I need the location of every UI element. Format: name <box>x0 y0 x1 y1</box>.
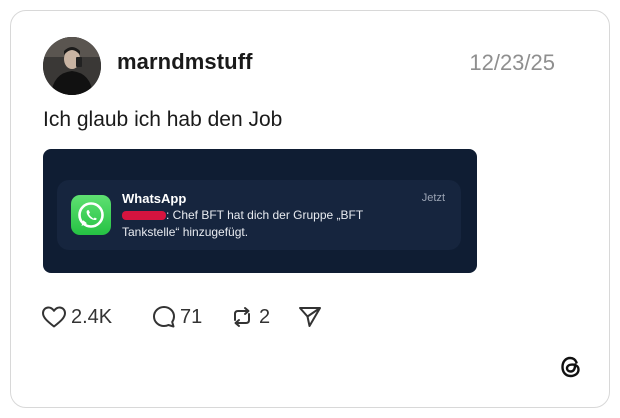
notification-body-line1: : Chef BFT hat dich der Gruppe „BFT <box>166 208 364 222</box>
comment-count: 71 <box>180 305 203 328</box>
comment-icon <box>153 306 175 328</box>
comment-button[interactable]: 71 <box>151 303 202 331</box>
avatar[interactable] <box>43 37 101 95</box>
post-date: 12/23/25 <box>469 50 555 75</box>
notification-time: Jetzt <box>421 192 445 204</box>
send-icon <box>299 307 321 327</box>
repost-button[interactable]: 2 <box>229 303 270 331</box>
whatsapp-icon <box>71 195 111 235</box>
notification-body: : Chef BFT hat dich der Gruppe „BFT Tank… <box>122 207 422 241</box>
notification-card: WhatsApp Jetzt : Chef BFT hat dich der G… <box>57 180 461 250</box>
heart-icon <box>42 306 66 328</box>
repost-icon <box>234 307 250 327</box>
notification-body-line2: Tankstelle“ hinzugefügt. <box>122 225 249 239</box>
post-text: Ich glaub ich hab den Job <box>43 108 283 131</box>
repost-count: 2 <box>259 305 271 328</box>
like-count: 2.4K <box>71 305 113 328</box>
post-card: marndmstuff 12/23/25 Ich glaub ich hab d… <box>10 10 610 408</box>
notification-app-name: WhatsApp <box>122 191 187 206</box>
share-button[interactable] <box>297 303 323 331</box>
redaction-mark <box>122 211 166 221</box>
avatar-photo <box>43 37 101 95</box>
like-button[interactable]: 2.4K <box>41 303 112 331</box>
post-image[interactable]: WhatsApp Jetzt : Chef BFT hat dich der G… <box>43 149 477 273</box>
username[interactable]: marndmstuff <box>117 49 253 75</box>
threads-logo-icon <box>557 353 585 381</box>
